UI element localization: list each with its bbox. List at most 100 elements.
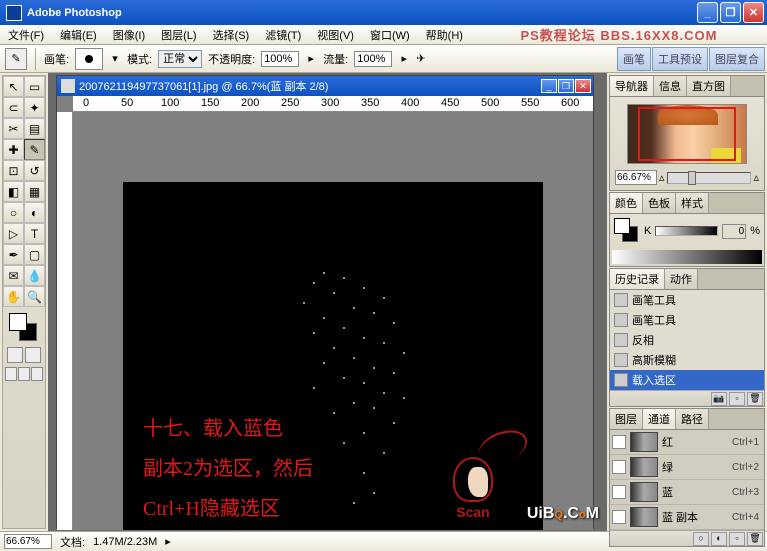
zoom-tool[interactable]: 🔍 — [24, 286, 45, 307]
menu-help[interactable]: 帮助(H) — [418, 25, 471, 45]
heal-tool[interactable]: ✚ — [3, 139, 24, 160]
status-dropdown-icon[interactable]: ▸ — [165, 535, 171, 548]
dock-brushes[interactable]: 画笔 — [617, 47, 651, 71]
tab-history[interactable]: 历史记录 — [610, 269, 665, 289]
history-brush-tool[interactable]: ↺ — [24, 160, 45, 181]
k-value[interactable]: 0 — [722, 224, 746, 239]
hand-tool[interactable]: ✋ — [3, 286, 24, 307]
marquee-tool[interactable]: ▭ — [24, 76, 45, 97]
maximize-button[interactable]: ❐ — [720, 2, 741, 23]
doc-close-button[interactable]: ✕ — [575, 79, 591, 93]
dock-layercomps[interactable]: 图层复合 — [709, 47, 765, 71]
fg-color[interactable] — [9, 313, 27, 331]
gradient-tool[interactable]: ▦ — [24, 181, 45, 202]
document-titlebar[interactable]: 200762119497737061[1].jpg @ 66.7%(蓝 副本 2… — [57, 76, 593, 96]
opacity-dropdown-icon[interactable]: ▸ — [305, 52, 317, 65]
tab-actions[interactable]: 动作 — [665, 269, 698, 289]
tab-swatches[interactable]: 色板 — [643, 193, 676, 213]
zoom-input[interactable] — [615, 170, 657, 185]
new-doc-icon[interactable]: ▫ — [729, 392, 745, 406]
quickmask-mode-icon[interactable] — [25, 347, 41, 363]
type-tool[interactable]: T — [24, 223, 45, 244]
doc-maximize-button[interactable]: ❐ — [558, 79, 574, 93]
flow-dropdown-icon[interactable]: ▸ — [398, 52, 410, 65]
menu-edit[interactable]: 编辑(E) — [52, 25, 105, 45]
menu-window[interactable]: 窗口(W) — [362, 25, 418, 45]
new-channel-icon[interactable]: ▫ — [729, 532, 745, 546]
delete-channel-icon[interactable]: 🗑 — [747, 532, 763, 546]
zoom-out-icon[interactable]: ▵ — [659, 171, 665, 184]
menu-image[interactable]: 图像(I) — [105, 25, 153, 45]
menu-file[interactable]: 文件(F) — [0, 25, 52, 45]
eraser-tool[interactable]: ◧ — [3, 181, 24, 202]
standard-mode-icon[interactable] — [7, 347, 23, 363]
mode-select[interactable]: 正常 — [158, 50, 202, 68]
path-tool[interactable]: ▷ — [3, 223, 24, 244]
canvas-area[interactable]: 十七、载入蓝色 副本2为选区，然后 Ctrl+H隐藏选区 Scan — [73, 112, 593, 530]
tab-color[interactable]: 颜色 — [610, 193, 643, 213]
screen-full-icon[interactable] — [31, 367, 43, 381]
notes-tool[interactable]: ✉ — [3, 265, 24, 286]
menu-view[interactable]: 视图(V) — [309, 25, 362, 45]
shape-tool[interactable]: ▢ — [24, 244, 45, 265]
canvas[interactable]: 十七、载入蓝色 副本2为选区，然后 Ctrl+H隐藏选区 Scan — [123, 182, 543, 530]
color-ramp[interactable] — [612, 250, 762, 264]
tab-histogram[interactable]: 直方图 — [687, 76, 731, 96]
ruler-horizontal[interactable]: 0 50 100 150 200 250 300 350 400 450 500… — [73, 96, 593, 112]
blur-tool[interactable]: ○ — [3, 202, 24, 223]
pen-tool[interactable]: ✒ — [3, 244, 24, 265]
doc-minimize-button[interactable]: _ — [541, 79, 557, 93]
history-item[interactable]: 载入选区 — [610, 370, 764, 390]
channel-item[interactable]: 蓝 副本Ctrl+4 — [610, 505, 764, 530]
navigator-thumbnail[interactable] — [627, 104, 747, 164]
ruler-vertical[interactable] — [57, 112, 73, 530]
visibility-icon[interactable] — [612, 435, 626, 449]
dock-presets[interactable]: 工具预设 — [652, 47, 708, 71]
menu-select[interactable]: 选择(S) — [205, 25, 258, 45]
history-item[interactable]: 画笔工具 — [610, 310, 764, 330]
zoom-in-icon[interactable]: ▵ — [753, 171, 759, 184]
menu-layer[interactable]: 图层(L) — [153, 25, 204, 45]
history-item[interactable]: 高斯模糊 — [610, 350, 764, 370]
brush-dropdown-icon[interactable]: ▾ — [109, 52, 121, 65]
history-item[interactable]: 反相 — [610, 330, 764, 350]
flow-value[interactable]: 100% — [354, 51, 392, 67]
new-snapshot-icon[interactable]: 📷 — [711, 392, 727, 406]
channel-item[interactable]: 红Ctrl+1 — [610, 430, 764, 455]
screen-full-menu-icon[interactable] — [18, 367, 30, 381]
load-selection-icon[interactable]: ○ — [693, 532, 709, 546]
channel-item[interactable]: 绿Ctrl+2 — [610, 455, 764, 480]
tab-navigator[interactable]: 导航器 — [610, 76, 654, 96]
wand-tool[interactable]: ✦ — [24, 97, 45, 118]
dodge-tool[interactable]: ◐ — [24, 202, 45, 223]
stamp-tool[interactable]: ⊡ — [3, 160, 24, 181]
tab-channels[interactable]: 通道 — [643, 409, 676, 429]
history-item[interactable]: 画笔工具 — [610, 290, 764, 310]
tab-styles[interactable]: 样式 — [676, 193, 709, 213]
lasso-tool[interactable]: ⊂ — [3, 97, 24, 118]
opacity-value[interactable]: 100% — [261, 51, 299, 67]
screen-standard-icon[interactable] — [5, 367, 17, 381]
save-selection-icon[interactable]: ◐ — [711, 532, 727, 546]
brush-tool[interactable]: ✎ — [24, 139, 45, 160]
color-swatch[interactable] — [614, 218, 640, 244]
tab-paths[interactable]: 路径 — [676, 409, 709, 429]
visibility-icon[interactable] — [612, 485, 626, 499]
visibility-icon[interactable] — [612, 460, 626, 474]
k-slider[interactable] — [655, 226, 718, 236]
airbrush-icon[interactable]: ✈ — [416, 52, 425, 65]
minimize-button[interactable]: _ — [697, 2, 718, 23]
visibility-icon[interactable] — [612, 510, 626, 524]
menu-filter[interactable]: 滤镜(T) — [257, 25, 309, 45]
tab-info[interactable]: 信息 — [654, 76, 687, 96]
slice-tool[interactable]: ▤ — [24, 118, 45, 139]
color-swatches[interactable] — [3, 311, 45, 345]
close-button[interactable]: ✕ — [743, 2, 764, 23]
zoom-slider[interactable] — [667, 172, 752, 184]
crop-tool[interactable]: ✂ — [3, 118, 24, 139]
channel-item[interactable]: 蓝Ctrl+3 — [610, 480, 764, 505]
status-zoom[interactable] — [4, 534, 52, 549]
tab-layers[interactable]: 图层 — [610, 409, 643, 429]
move-tool[interactable]: ↖ — [3, 76, 24, 97]
eyedropper-tool[interactable]: 💧 — [24, 265, 45, 286]
